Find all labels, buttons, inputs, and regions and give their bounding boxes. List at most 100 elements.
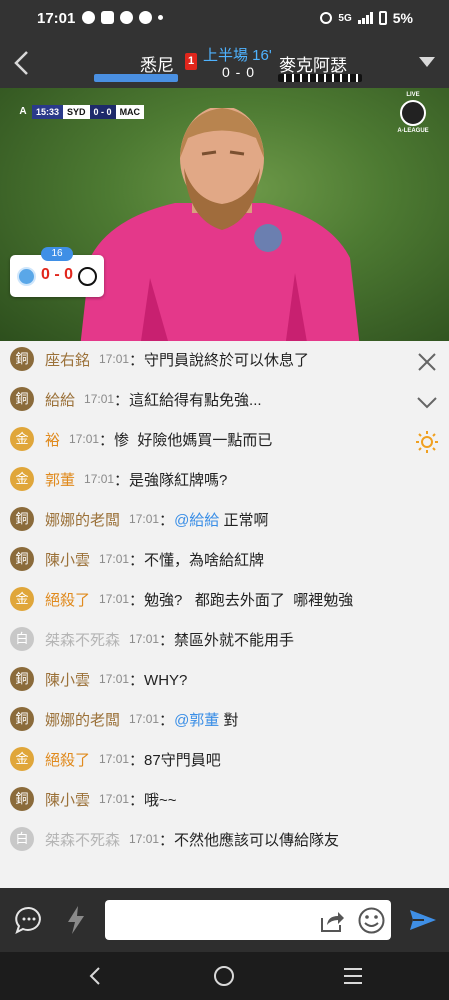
- send-icon[interactable]: [408, 908, 438, 932]
- close-icon[interactable]: [415, 350, 439, 374]
- chat-bubble-icon[interactable]: [14, 905, 44, 935]
- nav-recents-icon[interactable]: [343, 967, 363, 985]
- chat-message[interactable]: 金郭董 17:01 ：是強隊紅牌嗎?: [10, 467, 227, 491]
- share-icon[interactable]: [318, 908, 346, 934]
- chat-username[interactable]: 桀森不死森: [45, 629, 120, 650]
- chat-message[interactable]: 金裕 17:01 ：惨 好險他媽買一點而已: [10, 427, 272, 451]
- user-level-badge: 銅: [10, 547, 34, 571]
- chat-message[interactable]: 銅娜娜的老闆 17:01： @郭董 對: [10, 707, 238, 731]
- chat-message-input[interactable]: [105, 900, 391, 940]
- chat-username[interactable]: 座右銘: [45, 349, 90, 370]
- chat-username[interactable]: 陳小雲: [45, 789, 90, 810]
- chat-message[interactable]: 金絕殺了 17:01 ：勉強? 都跑去外面了 哪裡勉強: [10, 587, 353, 611]
- chat-mention[interactable]: @給給: [174, 509, 219, 530]
- chat-timestamp: 17:01: [84, 472, 115, 486]
- status-bar: 17:01 5G 5%: [0, 0, 449, 37]
- chat-text-prefix: ：: [159, 711, 175, 729]
- chat-username[interactable]: 桀森不死森: [45, 829, 120, 850]
- facebook-icon: [139, 11, 152, 24]
- chat-text: 對: [219, 711, 239, 729]
- chat-text: ：不然他應該可以傳給隊友: [159, 831, 340, 849]
- chat-message[interactable]: 銅給給 17:01 ：這紅給得有點免強...: [10, 387, 262, 411]
- chat-message[interactable]: 銅座右銘 17:01 ：守門員說終於可以休息了: [10, 347, 309, 371]
- chat-username[interactable]: 絕殺了: [45, 589, 90, 610]
- chat-message[interactable]: 白桀森不死森 17:01 ：禁區外就不能用手: [10, 627, 294, 651]
- chat-text: ：是強隊紅牌嗎?: [114, 471, 228, 489]
- chat-mention[interactable]: @郭董: [174, 709, 219, 730]
- chat-timestamp: 17:01: [99, 352, 130, 366]
- away-team-color-bar: [278, 74, 362, 82]
- nav-back-icon[interactable]: [86, 966, 104, 986]
- chat-message[interactable]: 銅陳小雲 17:01 ：哦~~: [10, 787, 177, 811]
- more-notifications-icon: [158, 15, 163, 20]
- chevron-down-icon[interactable]: [415, 390, 439, 414]
- chat-input-bar: [0, 888, 449, 952]
- chat-message[interactable]: 銅娜娜的老闆 17:01： @給給 正常啊: [10, 507, 268, 531]
- chat-timestamp: 17:01: [99, 792, 130, 806]
- chat-timestamp: 17:01: [99, 592, 130, 606]
- user-level-badge: 白: [10, 627, 34, 651]
- notification-icons: [82, 11, 163, 24]
- chat-username[interactable]: 娜娜的老闆: [45, 709, 120, 730]
- match-score: 0 - 0: [222, 64, 256, 80]
- chat-message[interactable]: 銅陳小雲 17:01 ：不懂，為啥給紅牌: [10, 547, 264, 571]
- chat-timestamp: 17:01: [129, 832, 160, 846]
- network-type: 5G: [338, 12, 352, 24]
- sun-icon[interactable]: [415, 430, 439, 454]
- chat-username[interactable]: 郭董: [45, 469, 75, 490]
- match-header: 悉尼 1 上半場 16' 0 - 0 麥克阿瑟: [0, 37, 449, 88]
- chat-username[interactable]: 給給: [45, 389, 75, 410]
- chat-timestamp: 17:01: [84, 392, 115, 406]
- user-level-badge: 銅: [10, 387, 34, 411]
- goalkeeper-image: [80, 108, 360, 341]
- red-card-badge: 1: [185, 53, 197, 70]
- chat-text: ：守門員說終於可以休息了: [129, 351, 310, 369]
- user-level-badge: 銅: [10, 507, 34, 531]
- chat-timestamp: 17:01: [129, 632, 160, 646]
- home-team-name: 悉尼: [140, 56, 174, 75]
- chat-text: ：不懂，為啥給紅牌: [129, 551, 265, 569]
- chat-timestamp: 17:01: [99, 552, 130, 566]
- chat-text: ：勉強? 都跑去外面了 哪裡勉強: [129, 591, 354, 609]
- facebook-icon: [120, 11, 133, 24]
- scorebug-away: MAC: [115, 105, 145, 119]
- dropdown-triangle-icon[interactable]: [419, 57, 435, 67]
- chat-username[interactable]: 裕: [45, 429, 60, 450]
- battery-level: 5%: [392, 10, 413, 26]
- away-team-name: 麥克阿瑟: [279, 56, 347, 75]
- user-level-badge: 銅: [10, 787, 34, 811]
- chat-message[interactable]: 白桀森不死森 17:01 ：不然他應該可以傳給隊友: [10, 827, 339, 851]
- chat-message[interactable]: 銅陳小雲 17:01 ：WHY?: [10, 667, 187, 691]
- emoji-icon[interactable]: [357, 906, 386, 935]
- chat-panel: 銅座右銘 17:01 ：守門員說終於可以休息了銅給給 17:01 ：這紅給得有點免強..…: [0, 341, 449, 888]
- nav-home-icon[interactable]: [214, 966, 234, 986]
- home-team-color-bar: [94, 74, 178, 82]
- signal-icon: [357, 12, 373, 24]
- chat-text: ：WHY?: [129, 671, 188, 689]
- chat-timestamp: 17:01: [129, 712, 160, 726]
- lightning-icon[interactable]: [64, 904, 88, 936]
- chat-text: ：87守門員吧: [129, 751, 221, 769]
- chat-text: ：禁區外就不能用手: [159, 631, 295, 649]
- home-crest-icon: [17, 267, 36, 286]
- back-arrow-icon[interactable]: [10, 49, 34, 77]
- football-icon: [400, 100, 426, 126]
- chat-username[interactable]: 陳小雲: [45, 549, 90, 570]
- tv-scorebug: A 15:33 SYD 0 - 0 MAC: [14, 105, 145, 119]
- battery-icon: [378, 11, 387, 25]
- chat-username[interactable]: 絕殺了: [45, 749, 90, 770]
- user-level-badge: 銅: [10, 347, 34, 371]
- user-level-badge: 銅: [10, 707, 34, 731]
- video-player[interactable]: A 15:33 SYD 0 - 0 MAC LIVE A-LEAGUE 16 0…: [0, 88, 449, 341]
- chat-text-prefix: ：: [159, 511, 175, 529]
- user-level-badge: 金: [10, 747, 34, 771]
- league-label: A-LEAGUE: [397, 128, 429, 134]
- chat-message[interactable]: 金絕殺了 17:01 ：87守門員吧: [10, 747, 221, 771]
- chat-username[interactable]: 娜娜的老闆: [45, 509, 120, 530]
- overlay-score: 0 - 0: [40, 266, 73, 283]
- score-overlay-card[interactable]: 16 0 - 0: [10, 247, 104, 297]
- chat-text: 正常啊: [219, 511, 269, 529]
- app-notification-icon: [101, 11, 114, 24]
- status-time: 17:01: [37, 10, 76, 27]
- chat-username[interactable]: 陳小雲: [45, 669, 90, 690]
